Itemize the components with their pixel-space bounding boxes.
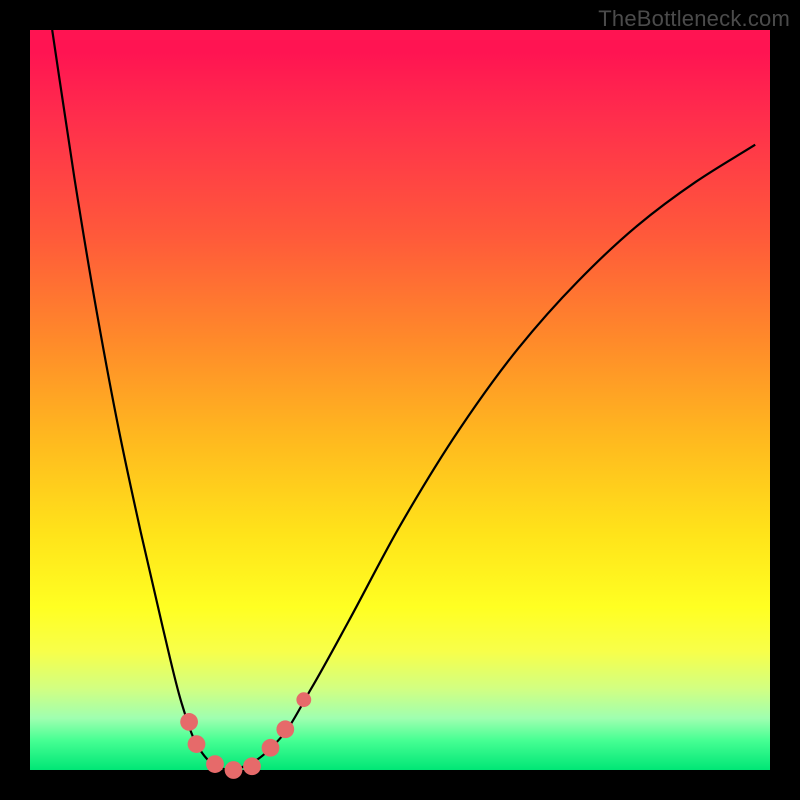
curve-marker <box>296 692 311 707</box>
bottleneck-curve <box>52 30 755 770</box>
curve-marker <box>180 713 198 731</box>
curve-marker <box>262 739 280 757</box>
curve-marker <box>225 761 243 779</box>
chart-frame: TheBottleneck.com <box>0 0 800 800</box>
chart-svg <box>30 30 770 770</box>
curve-marker <box>276 720 294 738</box>
watermark-text: TheBottleneck.com <box>598 6 790 32</box>
curve-marker <box>188 735 206 753</box>
curve-markers <box>180 692 311 779</box>
curve-marker <box>206 755 224 773</box>
plot-area <box>30 30 770 770</box>
curve-marker <box>243 757 261 775</box>
